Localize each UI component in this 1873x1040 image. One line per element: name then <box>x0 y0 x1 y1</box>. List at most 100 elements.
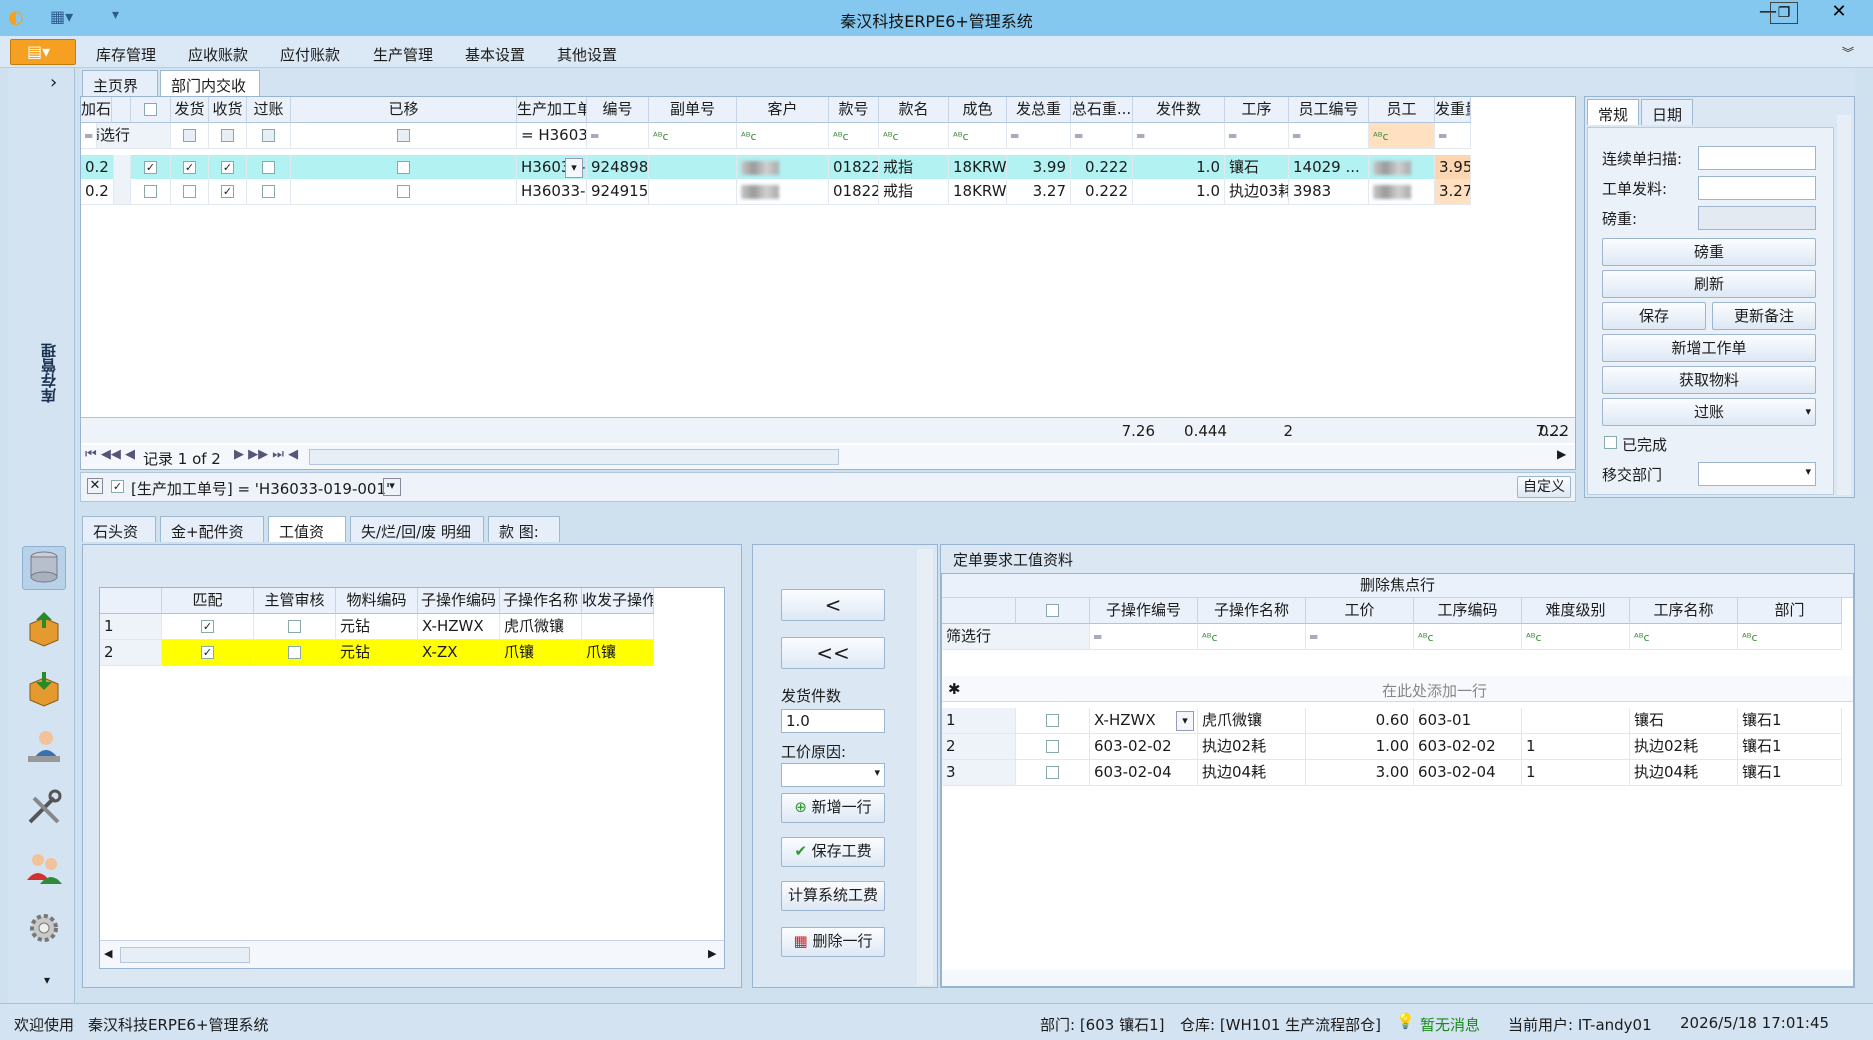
row-style[interactable]: 戒指 <box>879 155 949 181</box>
tab-labor[interactable]: 工值资料 <box>268 516 346 562</box>
save-button[interactable]: 保存 <box>1602 302 1706 330</box>
right-panel-scrollbar[interactable] <box>1837 115 1851 495</box>
row-purity[interactable]: 18KRW <box>949 155 1007 181</box>
match-op_name[interactable]: 虎爪微镶 <box>500 614 582 640</box>
row-add[interactable]: 0.2 <box>81 179 114 205</box>
match-column-header[interactable]: 子操作名称 <box>500 588 582 614</box>
maximize-button[interactable]: ❐ <box>1770 2 1798 24</box>
column-header[interactable]: 总石重... <box>1071 97 1133 123</box>
reason-dropdown-icon[interactable]: ▾ <box>874 766 880 779</box>
labor-proc_name[interactable]: 执边02耗 <box>1630 734 1738 760</box>
menu-payable[interactable]: 应付账款 <box>280 44 340 65</box>
row-add[interactable]: 0.2 <box>81 155 114 181</box>
labor-filter-cell[interactable]: ᴬᴮc <box>1738 624 1842 650</box>
column-header[interactable]: 员工编号 <box>1289 97 1369 123</box>
match-recv[interactable]: 爪镶 <box>582 640 654 666</box>
column-header[interactable]: 工序 <box>1225 97 1289 123</box>
match-mgr-checkbox[interactable] <box>254 614 336 640</box>
filter-enable-checkbox[interactable]: ✓ <box>111 480 124 493</box>
match-column-header[interactable]: 子操作编码 <box>418 588 500 614</box>
labor-name[interactable]: 执边04耗 <box>1198 760 1306 786</box>
new-workorder-button[interactable]: 新增工作单 <box>1602 334 1816 362</box>
match-recv[interactable] <box>582 614 654 640</box>
nav-more-icon[interactable]: ▾ <box>44 973 50 987</box>
labor-row-checkbox[interactable] <box>1016 760 1090 786</box>
labor-filter-cell[interactable]: ═ <box>1306 624 1414 650</box>
column-header[interactable]: 发货 <box>171 97 209 123</box>
row-style_no[interactable]: 0182246-... <box>829 179 879 205</box>
row-sub[interactable] <box>649 179 737 205</box>
row-purity[interactable]: 18KRW <box>949 179 1007 205</box>
filter-cell[interactable] <box>247 123 291 149</box>
menu-basic-settings[interactable]: 基本设置 <box>465 44 525 65</box>
row-send[interactable]: 3.95 <box>1435 155 1471 181</box>
app-menu-button[interactable]: ▤▾ <box>10 39 76 65</box>
labor-column-header[interactable]: 工序名称 <box>1630 598 1738 624</box>
match-column-header[interactable]: 物料编码 <box>336 588 418 614</box>
match-mat[interactable]: 元钻 <box>336 614 418 640</box>
expand-nav-icon[interactable]: › <box>50 72 57 93</box>
row-wt[interactable]: 3.27 <box>1007 179 1071 205</box>
message-status[interactable]: 暂无消息 <box>1420 1014 1480 1035</box>
customize-button[interactable]: 自定义 <box>1517 476 1571 498</box>
tab-dept-transfer[interactable]: 部门内交收✕ <box>160 70 260 114</box>
transfer-dropdown-icon[interactable]: ▾ <box>1805 465 1811 478</box>
filter-cell[interactable]: ═ <box>1289 123 1369 149</box>
labor-proc_code[interactable]: 603-01 <box>1414 708 1522 734</box>
tools-icon[interactable] <box>22 788 66 832</box>
add-row-hint-row[interactable]: ✱ 在此处添加一行 <box>942 676 1853 702</box>
filter-cell[interactable]: ═ <box>1133 123 1225 149</box>
column-header[interactable]: 发重量 <box>1435 97 1471 123</box>
row-proc[interactable]: 镶石 <box>1225 155 1289 181</box>
row-wt[interactable]: 3.99 <box>1007 155 1071 181</box>
row-pcs[interactable]: 1.0 <box>1133 179 1225 205</box>
shou-check[interactable]: ✓ <box>221 185 234 198</box>
menu-other-settings[interactable]: 其他设置 <box>557 44 617 65</box>
match-match-checkbox[interactable]: ✓ <box>162 614 254 640</box>
row-send[interactable]: 3.27 <box>1435 179 1471 205</box>
labor-filter-cell[interactable]: ═ <box>1090 624 1198 650</box>
match-op_code[interactable]: X-ZX <box>418 640 500 666</box>
labor-dept[interactable]: 镶石1 <box>1738 734 1842 760</box>
yi-check[interactable] <box>397 185 410 198</box>
filter-cell[interactable]: ᴬᴮc <box>1369 123 1435 149</box>
post-dropdown-icon[interactable]: ▾ <box>1805 399 1811 425</box>
row-guo-checkbox[interactable] <box>247 155 291 181</box>
move-all-left-button[interactable]: << <box>781 637 885 669</box>
menu-inventory[interactable]: 库存管理 <box>96 44 156 65</box>
menu-production[interactable]: 生产管理 <box>373 44 433 65</box>
filter-cell[interactable]: ᴬᴮc <box>879 123 949 149</box>
match-mgr-check[interactable] <box>288 646 301 659</box>
filter-cell[interactable]: ═ <box>1007 123 1071 149</box>
column-header[interactable]: 成色 <box>949 97 1007 123</box>
tab-style-image[interactable]: 款 图: <box>488 516 560 542</box>
fa-check[interactable]: ✓ <box>183 161 196 174</box>
labor-proc_code[interactable]: 603-02-02 <box>1414 734 1522 760</box>
row-select-checkbox[interactable] <box>131 179 171 205</box>
worker-icon[interactable] <box>22 728 66 772</box>
database-icon[interactable] <box>22 546 66 590</box>
labor-column-header[interactable]: 工序编码 <box>1414 598 1522 624</box>
tab-home[interactable]: 主页界面 <box>82 70 158 116</box>
calc-fee-button[interactable]: 计算系统工费 <box>781 881 885 911</box>
match-op_name[interactable]: 爪镶 <box>500 640 582 666</box>
row-sub[interactable] <box>649 155 737 181</box>
filter-cell[interactable]: ═ <box>1225 123 1289 149</box>
shou-check[interactable]: ✓ <box>221 161 234 174</box>
save-fee-button[interactable]: ✔ 保存工费 <box>781 837 885 867</box>
row-emp_no[interactable]: 3983 <box>1289 179 1369 205</box>
filter-cell[interactable]: ᴬᴮc <box>737 123 829 149</box>
labor-name[interactable]: 执边02耗 <box>1198 734 1306 760</box>
row-shou-checkbox[interactable]: ✓ <box>209 155 247 181</box>
clear-filter-icon[interactable]: ✕ <box>87 478 103 494</box>
labor-header-select[interactable] <box>1016 598 1090 624</box>
tab-loss[interactable]: 失/烂/回/废 明细 <box>350 516 484 542</box>
filter-cell[interactable] <box>209 123 247 149</box>
issue-input[interactable] <box>1698 176 1816 200</box>
row-emp[interactable] <box>1369 179 1435 205</box>
row-pcs[interactable]: 1.0 <box>1133 155 1225 181</box>
labor-column-header[interactable]: 难度级别 <box>1522 598 1630 624</box>
order-dropdown-icon[interactable]: ▾ <box>565 158 583 178</box>
labor-proc_name[interactable]: 执边04耗 <box>1630 760 1738 786</box>
guo-check[interactable] <box>262 185 275 198</box>
